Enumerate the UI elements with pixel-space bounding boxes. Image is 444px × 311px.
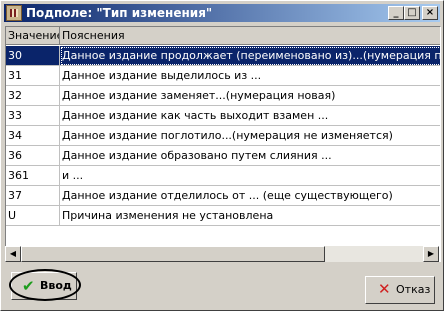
cell-note[interactable]: Данное издание выделилось из ... xyxy=(60,66,440,86)
table-row[interactable]: 37 Данное издание отделилось от ... (еще … xyxy=(6,186,440,206)
column-header-value[interactable]: Значение xyxy=(6,27,60,45)
cell-note[interactable]: Данное издание как часть выходит взамен … xyxy=(60,106,440,126)
scroll-right-arrow-icon[interactable]: ▶ xyxy=(423,246,439,262)
cell-value[interactable]: 33 xyxy=(6,106,60,126)
table-row[interactable]: 36 Данное издание образовано путем слияни… xyxy=(6,146,440,166)
cancel-button-label: Отказ xyxy=(396,283,431,296)
minimize-button[interactable]: _ xyxy=(388,6,404,20)
cell-note[interactable]: и ... xyxy=(60,166,440,186)
scroll-left-arrow-icon[interactable]: ◀ xyxy=(5,246,21,262)
cancel-button[interactable]: ✕ Отказ xyxy=(365,276,435,304)
values-table[interactable]: Значение Пояснения 30 Данное издание прод… xyxy=(5,26,441,262)
maximize-button[interactable]: □ xyxy=(404,6,420,20)
cell-value[interactable]: 31 xyxy=(6,66,60,86)
cell-value[interactable]: 361 xyxy=(6,166,60,186)
window-title: Подполе: "Тип изменения" xyxy=(26,6,213,20)
dialog-window: Подполе: "Тип изменения" _ □ × Значение … xyxy=(0,0,444,311)
column-header-notes[interactable]: Пояснения xyxy=(60,27,440,45)
cell-note[interactable]: Данное издание отделилось от ... (еще су… xyxy=(60,186,440,206)
cell-note[interactable]: Данное издание поглотило...(нумерация не… xyxy=(60,126,440,146)
cell-value[interactable]: U xyxy=(6,206,60,226)
cell-value[interactable]: 37 xyxy=(6,186,60,206)
check-icon: ✔ xyxy=(22,277,35,295)
table-row[interactable]: 32 Данное издание заменяет...(нумерация н… xyxy=(6,86,440,106)
cell-value[interactable]: 32 xyxy=(6,86,60,106)
table-row[interactable]: 33 Данное издание как часть выходит взаме… xyxy=(6,106,440,126)
ok-button-label: Ввод xyxy=(40,279,72,292)
cell-value[interactable]: 30 xyxy=(6,46,60,66)
cell-note[interactable]: Данное издание заменяет...(нумерация нов… xyxy=(60,86,440,106)
cell-note[interactable]: Причина изменения не установлена xyxy=(60,206,440,226)
cell-value[interactable]: 36 xyxy=(6,146,60,166)
title-bar[interactable]: Подполе: "Тип изменения" _ □ × xyxy=(4,4,440,22)
table-header: Значение Пояснения xyxy=(6,27,440,45)
table-row[interactable]: 31 Данное издание выделилось из ... xyxy=(6,66,440,86)
ok-button[interactable]: ✔ Ввод xyxy=(11,272,77,300)
close-button[interactable]: × xyxy=(422,6,438,20)
x-icon: ✕ xyxy=(378,280,391,298)
cell-note[interactable]: Данное издание продолжает (переименовано… xyxy=(60,46,440,66)
table-row[interactable]: 361 и ... xyxy=(6,166,440,186)
horizontal-scrollbar[interactable]: ◀ ▶ xyxy=(5,246,439,262)
cell-note[interactable]: Данное издание образовано путем слияния … xyxy=(60,146,440,166)
scrollbar-thumb[interactable] xyxy=(21,246,325,262)
cell-value[interactable]: 34 xyxy=(6,126,60,146)
app-icon[interactable] xyxy=(6,5,22,21)
table-row[interactable]: 34 Данное издание поглотило...(нумерация … xyxy=(6,126,440,146)
table-row[interactable]: U Причина изменения не установлена xyxy=(6,206,440,226)
table-body: 30 Данное издание продолжает (переименова… xyxy=(6,46,440,226)
table-row[interactable]: 30 Данное издание продолжает (переименова… xyxy=(6,46,440,66)
